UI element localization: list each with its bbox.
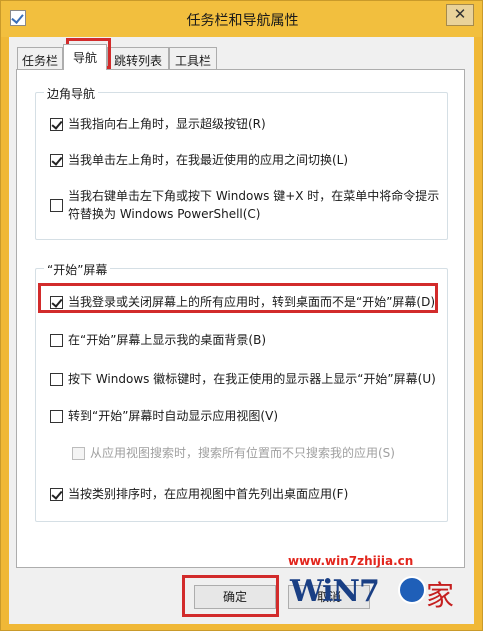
option-label: 按下 Windows 徽标键时，在我正使用的显示器上显示“开始”屏幕(U): [68, 372, 436, 386]
option-label: 转到“开始”屏幕时自动显示应用视图(V): [68, 409, 279, 423]
watermark-url: www.win7zhijia.cn: [288, 554, 414, 568]
watermark-logo: WiN7 家: [290, 572, 458, 612]
highlight-go-to-desktop-option: [38, 283, 438, 313]
checkbox[interactable]: [50, 199, 63, 212]
tab-toolbars[interactable]: 工具栏: [169, 47, 217, 69]
option-label: 当我指向右上角时，显示超级按钮(R): [68, 117, 266, 131]
dialog-client: 任务栏 导航 跳转列表 工具栏 边角导航 当我指向右上角时，显示超级按钮(R) …: [9, 37, 474, 624]
checkbox[interactable]: [50, 410, 63, 423]
checkbox[interactable]: [50, 488, 63, 501]
windows-flag-icon: [398, 576, 426, 604]
group-title-corner-navigation: 边角导航: [44, 85, 99, 102]
tab-navigation[interactable]: 导航: [63, 44, 107, 70]
window-title: 任务栏和导航属性: [186, 13, 299, 29]
highlight-ok-button: [182, 575, 279, 617]
option-label: 从应用视图搜索时，搜索所有位置而不只搜索我的应用(S): [90, 446, 395, 460]
checkbox[interactable]: [50, 118, 63, 131]
title-bar[interactable]: 任务栏和导航属性 ✕: [1, 1, 482, 37]
checkbox[interactable]: [50, 334, 63, 347]
group-title-start-screen: “开始”屏幕: [44, 261, 111, 278]
logo-text: WiN7: [290, 574, 380, 609]
option-label: 当我单击左上角时，在我最近使用的应用之间切换(L): [68, 153, 349, 167]
checkbox[interactable]: [50, 373, 63, 386]
corner-navigation-group: 边角导航 当我指向右上角时，显示超级按钮(R) 当我单击左上角时，在我最近使用的…: [35, 85, 448, 240]
option-label: 当按类别排序时，在应用视图中首先列出桌面应用(F): [68, 487, 349, 501]
tab-panel-navigation: 边角导航 当我指向右上角时，显示超级按钮(R) 当我单击左上角时，在我最近使用的…: [16, 69, 465, 568]
option-label: 当我右键单击左下角或按下 Windows 键+X 时，在菜单中将命令提示符替换为…: [68, 189, 440, 221]
tab-taskbar[interactable]: 任务栏: [17, 47, 63, 69]
checkbox[interactable]: [50, 154, 63, 167]
tab-jump-lists[interactable]: 跳转列表: [107, 47, 169, 69]
close-button[interactable]: ✕: [446, 4, 474, 26]
logo-suffix: 家: [426, 579, 455, 612]
properties-dialog: 任务栏和导航属性 ✕ 任务栏 导航 跳转列表 工具栏 边角导航 当我指向右上角时…: [0, 0, 483, 631]
checkbox: [72, 447, 85, 460]
option-label: 在“开始”屏幕上显示我的桌面背景(B): [68, 333, 267, 347]
